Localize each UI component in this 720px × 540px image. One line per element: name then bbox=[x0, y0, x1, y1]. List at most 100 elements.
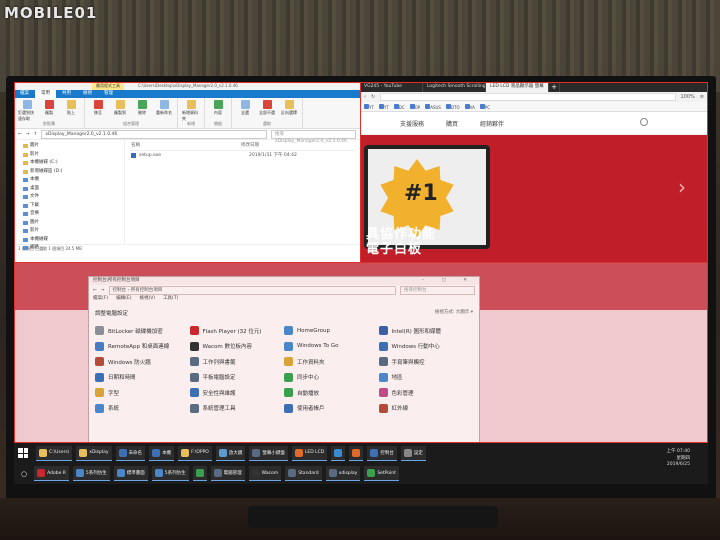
carousel-next-icon[interactable]: › bbox=[678, 175, 686, 199]
cp-titlebar[interactable]: 控制台\所有控制台項目 – ▢ ✕ bbox=[89, 277, 479, 285]
ribbon-button[interactable]: 複製到 bbox=[111, 100, 129, 116]
nav-item[interactable]: 文件 bbox=[14, 193, 124, 202]
bookmark-item[interactable]: PC bbox=[479, 103, 490, 110]
control-panel-item[interactable]: Windows 行動中心 bbox=[378, 339, 474, 355]
control-panel-window[interactable]: 控制台\所有控制台項目 – ▢ ✕ ← → 控制台 › 所有控制台項目 搜尋控制… bbox=[88, 276, 480, 454]
ribbon-button[interactable]: 全部不選 bbox=[258, 100, 276, 116]
nav-support[interactable]: 支援服務 bbox=[400, 119, 424, 128]
nav-item[interactable]: 本機 bbox=[14, 176, 124, 185]
menu-item[interactable]: 檢視(V) bbox=[139, 295, 155, 303]
taskbar-button[interactable]: C:\Users\ bbox=[36, 445, 73, 461]
view-by-dropdown[interactable]: 檢視方式: 大圖示 ▾ bbox=[435, 309, 473, 317]
control-panel-item[interactable]: Windows 防火牆 bbox=[95, 354, 190, 370]
up-arrow-icon[interactable]: ↑ bbox=[34, 132, 38, 137]
nav-item[interactable]: 本機磁碟 (C:) bbox=[14, 159, 124, 168]
nav-item[interactable]: 圖片 bbox=[14, 142, 124, 151]
ribbon-button[interactable]: 重新命名 bbox=[155, 100, 173, 116]
control-panel-item[interactable]: 安全性與維護 bbox=[189, 385, 285, 401]
search-icon[interactable] bbox=[640, 118, 648, 126]
control-panel-item[interactable]: 紅外線 bbox=[378, 401, 474, 417]
nav-item[interactable]: 新增磁碟區 (D:) bbox=[14, 168, 124, 177]
column-name[interactable]: 名稱 bbox=[131, 142, 241, 150]
control-panel-item[interactable]: 系統 bbox=[95, 401, 190, 417]
control-panel-item[interactable]: 自動播放 bbox=[284, 385, 379, 401]
control-panel-item[interactable]: Wacom 數位板內容 bbox=[189, 339, 285, 355]
ribbon-tab[interactable]: 檔案 bbox=[14, 90, 35, 98]
bookmark-item[interactable]: DTO bbox=[445, 103, 460, 110]
browser-tab-active[interactable]: LED LCD 液晶顯示器 螢幕 bbox=[486, 82, 549, 92]
ribbon-tab[interactable]: 常用 bbox=[35, 90, 56, 98]
back-icon[interactable]: ‹ bbox=[364, 94, 366, 100]
explorer-address-bar[interactable]: xDisplay_Manager2.0_v2.1.0.46 bbox=[41, 129, 267, 139]
forward-arrow-icon[interactable]: → bbox=[26, 132, 30, 137]
ribbon-tab[interactable]: 檢視 bbox=[77, 90, 98, 98]
cp-search-input[interactable]: 搜尋控制台 bbox=[400, 285, 475, 295]
reload-icon[interactable]: ↻ bbox=[371, 94, 375, 100]
nav-item[interactable]: 桌面 bbox=[14, 185, 124, 194]
menu-item[interactable]: 檔案(F) bbox=[93, 295, 108, 303]
bookmark-item[interactable]: OP bbox=[409, 103, 420, 110]
ribbon-button[interactable]: 貼上 bbox=[62, 100, 80, 116]
nav-item[interactable]: 下載 bbox=[14, 202, 124, 211]
ribbon-tab[interactable]: 管理 bbox=[98, 90, 119, 98]
taskbar-button[interactable]: Adobe R bbox=[34, 466, 69, 481]
taskbar-button[interactable] bbox=[331, 445, 346, 461]
taskbar-button[interactable]: xdisplay bbox=[325, 466, 361, 481]
file-explorer-window[interactable]: 應用程式工具 C:\Users\Desktop\xDisplay_Manager… bbox=[14, 82, 360, 262]
nav-item[interactable]: 音樂 bbox=[14, 210, 124, 219]
control-panel-item[interactable]: Windows To Go bbox=[284, 339, 379, 355]
taskbar-button[interactable]: xDisplay bbox=[76, 445, 112, 461]
control-panel-item[interactable]: Flash Player (32 位元) bbox=[189, 323, 285, 339]
taskbar-button[interactable]: 本機 bbox=[149, 445, 175, 461]
control-panel-item[interactable]: HomeGroup bbox=[284, 323, 379, 339]
taskbar-button[interactable]: LED LCD bbox=[291, 445, 328, 461]
control-panel-item[interactable]: 系統管理工具 bbox=[189, 401, 285, 417]
forward-arrow-icon[interactable]: → bbox=[101, 288, 105, 293]
control-panel-item[interactable]: 日期和時間 bbox=[95, 370, 190, 386]
control-panel-item[interactable]: 字型 bbox=[95, 385, 190, 401]
taskbar-button[interactable]: Wacom bbox=[248, 466, 282, 481]
ribbon-button[interactable]: 複製 bbox=[40, 100, 58, 116]
back-arrow-icon[interactable]: ← bbox=[93, 288, 97, 293]
taskbar-button[interactable]: 控制台 bbox=[367, 445, 397, 461]
new-tab-button[interactable]: + bbox=[549, 82, 560, 92]
control-panel-item[interactable]: RemoteApp 和桌面連線 bbox=[95, 339, 190, 355]
taskbar-button[interactable]: 電腦管理 bbox=[210, 466, 245, 481]
control-panel-item[interactable]: 同步中心 bbox=[284, 370, 379, 386]
url-bar[interactable] bbox=[380, 93, 676, 101]
ribbon-button[interactable]: 釘選到快速存取 bbox=[18, 100, 36, 122]
taskbar-button[interactable]: 5系列仿生 bbox=[72, 466, 110, 481]
menu-icon[interactable]: ≡ bbox=[700, 94, 704, 100]
bookmark-item[interactable]: DC bbox=[393, 103, 405, 110]
taskbar-button[interactable] bbox=[349, 445, 364, 461]
back-arrow-icon[interactable]: ← bbox=[18, 132, 22, 137]
control-panel-item[interactable]: 工作資料夾 bbox=[284, 354, 379, 370]
file-row[interactable]: setup.exe 2019/1/31 下午 04:42 bbox=[131, 151, 354, 160]
nav-item[interactable]: 影片 bbox=[14, 227, 124, 236]
taskbar-button[interactable]: 標準畫面 bbox=[113, 466, 148, 481]
nav-item[interactable]: 圖片 bbox=[14, 219, 124, 228]
control-panel-item[interactable]: 使用者帳戶 bbox=[284, 401, 379, 417]
control-panel-item[interactable]: 手寫筆與觸控 bbox=[378, 354, 474, 370]
nav-partners[interactable]: 經銷夥伴 bbox=[480, 119, 504, 128]
control-panel-item[interactable]: Intel(R) 圖形和媒體 bbox=[378, 323, 474, 339]
taskbar-button[interactable]: 設定 bbox=[400, 445, 426, 461]
nav-item[interactable]: 影片 bbox=[14, 151, 124, 160]
taskbar-button[interactable]: 未命名 bbox=[115, 445, 146, 461]
browser-window[interactable]: VG245 - YouTube Logitech Smooth Scrollin… bbox=[360, 82, 708, 262]
ribbon-button[interactable]: 全選 bbox=[236, 100, 254, 116]
taskbar-button[interactable]: 螢幕小鍵盤 bbox=[249, 445, 288, 461]
control-panel-item[interactable]: 地區 bbox=[378, 370, 474, 386]
taskbar-button[interactable]: Standard bbox=[285, 466, 322, 481]
ribbon-button[interactable]: 新增資料夾 bbox=[182, 100, 200, 122]
taskbar-button[interactable] bbox=[192, 466, 207, 481]
bookmark-item[interactable]: VA bbox=[464, 103, 475, 110]
ribbon-button[interactable]: 反向選擇 bbox=[280, 100, 298, 116]
ribbon-button[interactable]: 移至 bbox=[89, 100, 107, 116]
control-panel-item[interactable]: 色彩管理 bbox=[378, 385, 474, 401]
nav-item[interactable]: 網路 bbox=[14, 244, 124, 253]
ribbon-tab[interactable]: 共用 bbox=[56, 90, 77, 98]
control-panel-item[interactable]: 平板電腦設定 bbox=[189, 370, 285, 386]
bookmark-item[interactable]: YT bbox=[364, 103, 374, 110]
control-panel-item[interactable]: BitLocker 磁碟機加密 bbox=[95, 323, 190, 339]
